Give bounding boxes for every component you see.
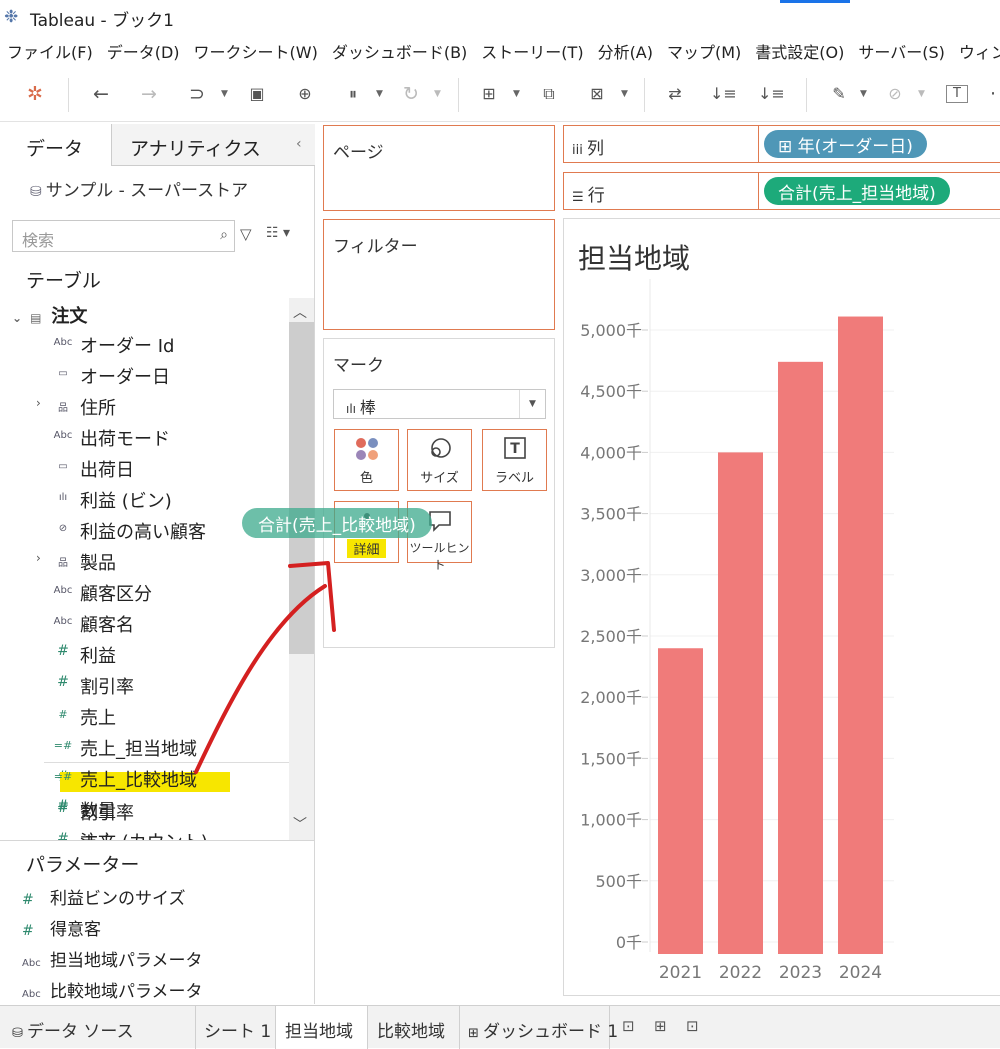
tab-label: データ ソース: [27, 1022, 134, 1042]
sheet-tabs-bar: ⛁ データ ソース シート 1 担当地域 比較地域 ⊞ ダッシュボード 1 ⊡ …: [0, 1005, 1000, 1049]
tab-label: ダッシュボード 1: [483, 1022, 619, 1042]
tab-hikaku-chiiki[interactable]: 比較地域: [368, 1006, 460, 1049]
new-worksheet-icon[interactable]: ⊡: [622, 1017, 635, 1035]
tab-datasource[interactable]: ⛁ データ ソース: [0, 1006, 196, 1049]
tab-tantou-chiiki[interactable]: 担当地域: [276, 1006, 368, 1049]
new-dashboard-icon[interactable]: ⊞: [654, 1017, 667, 1035]
annotation-stroke: [194, 561, 336, 774]
annotation-arrow: [194, 561, 336, 774]
dashboard-icon: ⊞: [468, 1026, 484, 1041]
datasource-icon: ⛁: [12, 1026, 28, 1041]
tab-sheet1[interactable]: シート 1: [196, 1006, 276, 1049]
tab-dashboard1[interactable]: ⊞ ダッシュボード 1: [460, 1006, 618, 1049]
new-story-icon[interactable]: ⊡: [686, 1017, 699, 1035]
